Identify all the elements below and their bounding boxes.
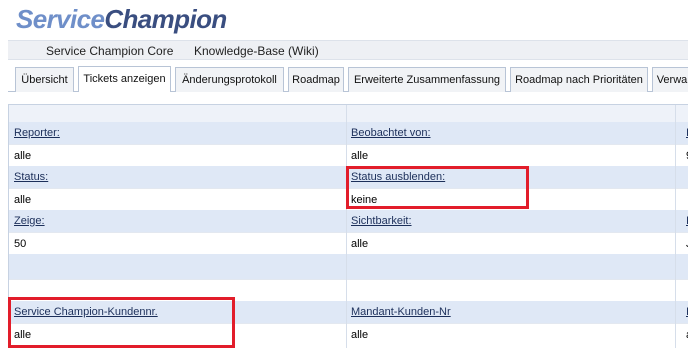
filter-empty-header-row [9, 254, 688, 279]
filter-value-row-1 [9, 144, 688, 166]
tab-verwaltung[interactable]: Verwa [652, 67, 688, 92]
filter-label-beobachtet-von[interactable]: Beobachtet von: [351, 127, 431, 139]
filter-header-row-1 [9, 122, 688, 144]
highlight-box-kundennr [8, 297, 235, 348]
logo-text-service: Service [16, 4, 105, 34]
project-bar: Service Champion Core Knowledge-Base (Wi… [8, 40, 688, 60]
filter-label-sichtbarkeit[interactable]: Sichtbarkeit: [351, 215, 412, 227]
filter-value-row-3 [9, 232, 688, 254]
filter-label-zeige[interactable]: Zeige: [14, 215, 45, 227]
filter-value-status: alle [14, 194, 32, 206]
tab-uebersicht[interactable]: Übersicht [15, 67, 74, 92]
tab-bar: Übersicht Tickets anzeigen Änderungsprot… [0, 66, 688, 92]
column-divider [675, 105, 676, 348]
row-divider [9, 144, 688, 145]
project-link-knowledge-base[interactable]: Knowledge-Base (Wiki) [194, 44, 319, 58]
service-champion-logo[interactable]: Service Champion [16, 4, 227, 38]
logo-text-champion: Champion [104, 4, 227, 34]
column-divider [346, 105, 347, 348]
filter-value-zeige: 50 [14, 238, 27, 250]
filter-label-status[interactable]: Status: [14, 171, 48, 183]
tab-roadmap-nach-prioritaeten[interactable]: Roadmap nach Prioritäten [510, 67, 648, 92]
filter-value-mandant-kunden-nr: alle [351, 329, 369, 341]
filter-label-mandant-kunden-nr[interactable]: Mandant-Kunden-Nr [351, 306, 451, 318]
filter-value-reporter: alle [14, 150, 32, 162]
row-divider [9, 279, 688, 280]
panel-top-strip [9, 105, 688, 122]
tab-aenderungsprotokoll[interactable]: Änderungsprotokoll [175, 67, 284, 92]
tab-roadmap[interactable]: Roadmap [288, 67, 344, 92]
filter-value-beobachtet-von: alle [351, 150, 369, 162]
tab-tickets-anzeigen[interactable]: Tickets anzeigen [78, 66, 171, 92]
filter-label-reporter[interactable]: Reporter: [14, 127, 60, 139]
tab-erweiterte-zusammenfassung[interactable]: Erweiterte Zusammenfassung [348, 67, 506, 92]
highlight-box-status-ausblenden [346, 166, 529, 209]
project-link-core[interactable]: Service Champion Core [46, 44, 173, 58]
row-divider [9, 232, 688, 233]
filter-value-sichtbarkeit: alle [351, 238, 369, 250]
filter-header-row-3 [9, 210, 688, 232]
